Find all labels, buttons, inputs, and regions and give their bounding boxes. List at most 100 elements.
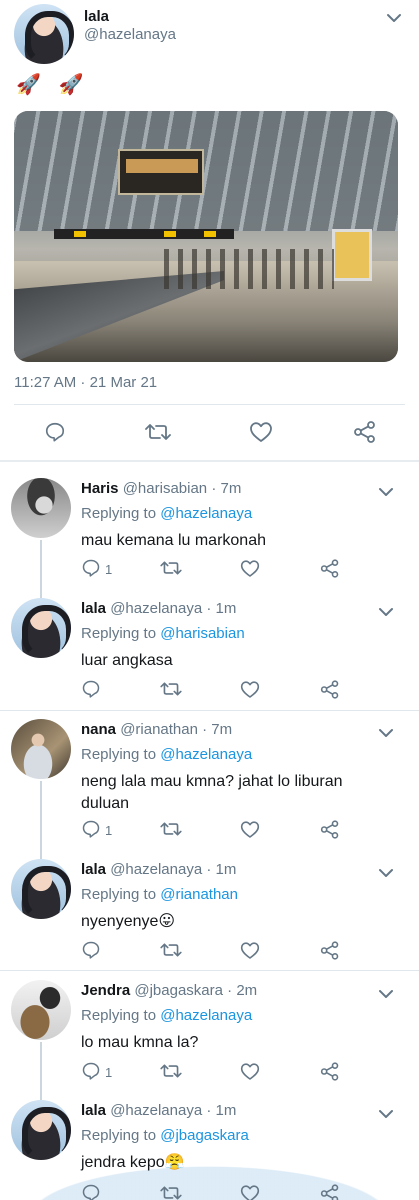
retweet-icon[interactable] (160, 680, 182, 698)
reply-text: neng lala mau kmna? jahat lo liburan dul… (81, 773, 343, 812)
reply-handle[interactable]: @harisabian (123, 480, 207, 497)
reply-time[interactable]: · 1m (206, 861, 236, 878)
like-icon[interactable] (240, 820, 260, 839)
chevron-down-icon[interactable] (378, 604, 394, 620)
avatar[interactable] (11, 598, 71, 658)
retweet-icon[interactable] (160, 820, 182, 838)
reply-tweet[interactable]: Haris @harisabian · 7m Replying to @haze… (0, 478, 419, 588)
avatar[interactable] (11, 859, 71, 919)
like-icon[interactable] (240, 559, 260, 578)
reply-text: jendra kepo😤 (81, 1154, 185, 1171)
replying-to-link[interactable]: @rianathan (160, 886, 238, 903)
reply-text: nyenyenye😛 (81, 913, 176, 930)
thread-line (40, 540, 42, 598)
reply-icon[interactable] (81, 819, 101, 839)
author-name[interactable]: lala (84, 8, 109, 25)
tweet-text: 🚀 🚀 (16, 74, 90, 96)
like-icon[interactable] (240, 680, 260, 699)
retweet-icon[interactable] (160, 1184, 182, 1200)
avatar[interactable] (11, 1100, 71, 1160)
reply-tweet[interactable]: Jendra @jbagaskara · 2m Replying to @haz… (0, 980, 419, 1090)
reply-icon[interactable] (81, 940, 101, 960)
replying-to-link[interactable]: @harisabian (160, 625, 244, 642)
reply-time[interactable]: · 2m (227, 982, 257, 999)
reply-name[interactable]: lala (81, 861, 106, 878)
reply-meta: lala @hazelanaya · 1m (81, 1102, 236, 1119)
like-icon[interactable] (240, 1062, 260, 1081)
reply-icon[interactable] (81, 558, 101, 578)
reply-tweet[interactable]: lala @hazelanaya · 1m Replying to @riana… (0, 859, 419, 969)
replying-to: Replying to @hazelanaya (81, 1007, 253, 1024)
avatar[interactable] (14, 4, 74, 64)
reply-icon[interactable] (81, 1061, 101, 1081)
replying-to-link[interactable]: @hazelanaya (160, 746, 252, 763)
replying-to: Replying to @hazelanaya (81, 505, 253, 522)
reply-text: lo mau kmna la? (81, 1034, 199, 1051)
reply-meta: Jendra @jbagaskara · 2m (81, 982, 257, 999)
reply-handle[interactable]: @hazelanaya (110, 600, 202, 617)
reply-time[interactable]: · 1m (206, 1102, 236, 1119)
chevron-down-icon[interactable] (378, 1106, 394, 1122)
reply-tweet[interactable]: lala @hazelanaya · 1m Replying to @jbaga… (0, 1100, 419, 1200)
reply-name[interactable]: nana (81, 721, 116, 738)
replying-to-link[interactable]: @hazelanaya (160, 505, 252, 522)
avatar[interactable] (11, 980, 71, 1040)
reply-name[interactable]: Jendra (81, 982, 130, 999)
chevron-down-icon[interactable] (378, 484, 394, 500)
reply-icon[interactable] (81, 679, 101, 699)
avatar[interactable] (11, 478, 71, 538)
reply-time[interactable]: · 7m (211, 480, 241, 497)
share-icon[interactable] (320, 1062, 340, 1081)
reply-tweet[interactable]: lala @hazelanaya · 1m Replying to @haris… (0, 598, 419, 710)
share-icon[interactable] (320, 680, 340, 699)
retweet-icon[interactable] (160, 941, 182, 959)
chevron-down-icon[interactable] (378, 725, 394, 741)
chevron-down-icon[interactable] (386, 10, 402, 26)
share-icon[interactable] (320, 820, 340, 839)
share-icon[interactable] (320, 941, 340, 960)
reply-handle[interactable]: @hazelanaya (110, 861, 202, 878)
divider (0, 710, 419, 711)
reply-handle[interactable]: @jbagaskara (134, 982, 223, 999)
chevron-down-icon[interactable] (378, 865, 394, 881)
tweet-photo[interactable] (14, 111, 398, 362)
share-icon[interactable] (320, 1184, 340, 1200)
reply-count: 1 (105, 1065, 113, 1080)
retweet-icon[interactable] (145, 421, 171, 443)
replying-to: Replying to @rianathan (81, 886, 238, 903)
retweet-icon[interactable] (160, 559, 182, 577)
share-icon[interactable] (320, 559, 340, 578)
author-handle[interactable]: @hazelanaya (84, 26, 176, 43)
reply-tweet[interactable]: nana @rianathan · 7m Replying to @hazela… (0, 719, 419, 847)
like-icon[interactable] (249, 421, 273, 443)
like-icon[interactable] (240, 941, 260, 960)
reply-meta: Haris @harisabian · 7m (81, 480, 241, 497)
replying-to-link[interactable]: @jbagaskara (160, 1127, 249, 1144)
reply-name[interactable]: lala (81, 1102, 106, 1119)
reply-handle[interactable]: @rianathan (120, 721, 198, 738)
main-tweet: lala @hazelanaya 🚀 🚀 11:27 AM · 21 Mar 2… (0, 0, 419, 459)
share-icon[interactable] (353, 421, 377, 443)
like-icon[interactable] (240, 1184, 260, 1200)
replying-to: Replying to @harisabian (81, 625, 245, 642)
reply-icon[interactable] (44, 421, 66, 443)
retweet-icon[interactable] (160, 1062, 182, 1080)
reply-name[interactable]: Haris (81, 480, 119, 497)
reply-text: luar angkasa (81, 652, 173, 669)
replying-to: Replying to @jbagaskara (81, 1127, 249, 1144)
reply-time[interactable]: · 7m (202, 721, 232, 738)
replying-to: Replying to @hazelanaya (81, 746, 253, 763)
reply-count: 1 (105, 562, 113, 577)
reply-count: 1 (105, 823, 113, 838)
chevron-down-icon[interactable] (378, 986, 394, 1002)
reply-time[interactable]: · 1m (206, 600, 236, 617)
reply-meta: lala @hazelanaya · 1m (81, 600, 236, 617)
reply-icon[interactable] (81, 1183, 101, 1200)
tweet-timestamp[interactable]: 11:27 AM · 21 Mar 21 (14, 374, 157, 391)
avatar[interactable] (11, 719, 71, 779)
replying-to-link[interactable]: @hazelanaya (160, 1007, 252, 1024)
reply-name[interactable]: lala (81, 600, 106, 617)
reply-handle[interactable]: @hazelanaya (110, 1102, 202, 1119)
divider (14, 404, 405, 405)
reply-text: mau kemana lu markonah (81, 532, 266, 549)
